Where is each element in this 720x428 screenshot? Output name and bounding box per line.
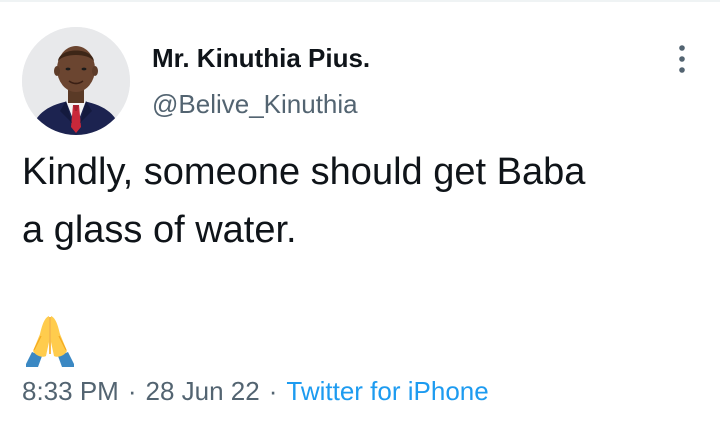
tweet-text-line: Kindly, someone should get Baba bbox=[22, 151, 586, 193]
tweet-text-line: a glass of water. bbox=[22, 209, 297, 251]
user-handle[interactable]: @Belive_Kinuthia bbox=[152, 89, 358, 120]
profile-photo-icon bbox=[22, 27, 130, 135]
folded-hands-emoji-icon bbox=[22, 312, 78, 368]
meta-separator: · bbox=[268, 376, 278, 406]
display-name[interactable]: Mr. Kinuthia Pius. bbox=[152, 43, 370, 74]
tweet-meta: 8:33 PM · 28 Jun 22 · Twitter for iPhone bbox=[22, 376, 489, 407]
avatar[interactable] bbox=[22, 27, 130, 135]
tweet-text: Kindly, someone should get Baba a glass … bbox=[22, 143, 702, 259]
top-divider bbox=[0, 0, 720, 2]
tweet-source-link[interactable]: Twitter for iPhone bbox=[286, 376, 488, 406]
tweet-time[interactable]: 8:33 PM bbox=[22, 376, 119, 406]
meta-separator: · bbox=[127, 376, 137, 406]
tweet-date[interactable]: 28 Jun 22 bbox=[146, 376, 260, 406]
more-options-icon[interactable] bbox=[670, 42, 694, 76]
